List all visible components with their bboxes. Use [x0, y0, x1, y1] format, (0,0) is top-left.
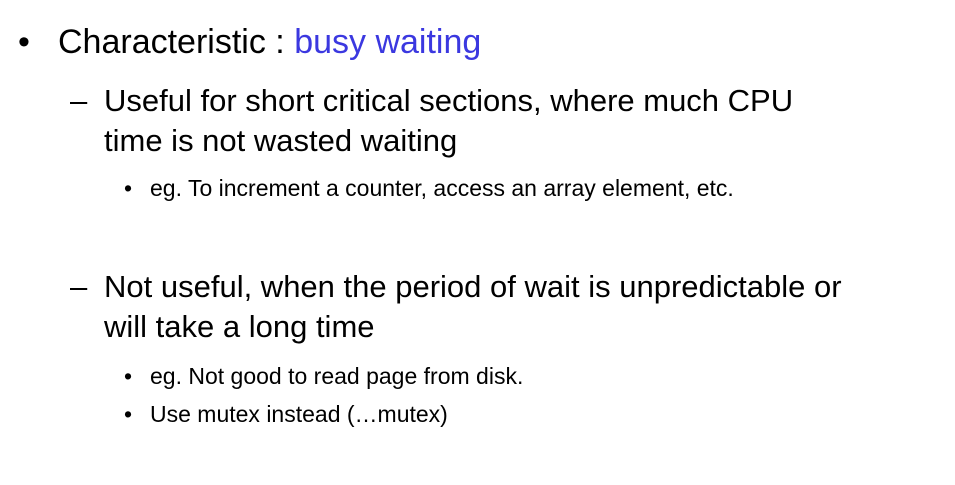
heading: Characteristic : busy waiting: [58, 22, 481, 62]
point-1-line-2: time is not wasted waiting: [104, 123, 458, 158]
point-2-line-1: Not useful, when the period of wait is u…: [104, 269, 842, 304]
point-1-sub-1-text: eg. To increment a counter, access an ar…: [150, 175, 734, 201]
point-2-line-2: will take a long time: [104, 309, 375, 344]
heading-bullet: •: [18, 23, 30, 61]
point-2-sub-1-bullet: •: [124, 363, 133, 389]
point-2-dash: –: [70, 269, 88, 304]
slide-content: • Characteristic : busy waiting – Useful…: [0, 0, 955, 485]
point-1-line-1: Useful for short critical sections, wher…: [104, 83, 794, 118]
point-2-sub-2-bullet: •: [124, 401, 133, 427]
point-1-sub-1-bullet: •: [124, 175, 133, 201]
point-2-sub-2-text: Use mutex instead (…mutex): [150, 401, 448, 427]
heading-prefix: Characteristic :: [58, 23, 295, 61]
point-1-dash: –: [70, 83, 88, 118]
point-2-sub-1-text: eg. Not good to read page from disk.: [150, 363, 524, 389]
heading-highlight: busy waiting: [294, 23, 482, 61]
